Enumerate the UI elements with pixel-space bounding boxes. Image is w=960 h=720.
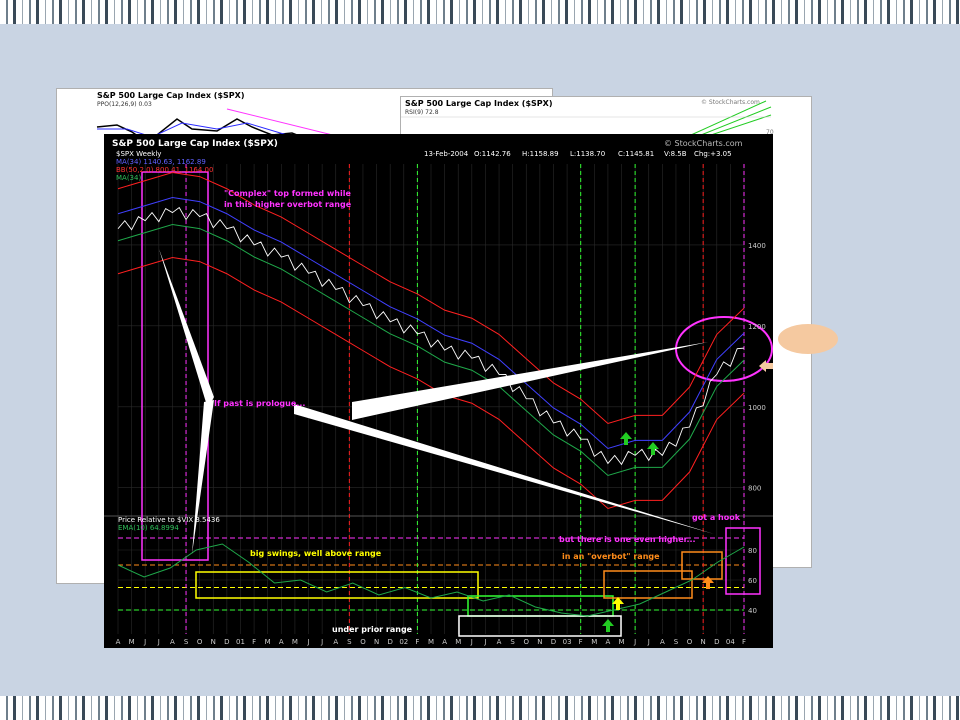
price-tick-label: 800 [748, 485, 761, 493]
lower-tick-label: 40 [748, 607, 757, 615]
x-tick-label: S [347, 638, 352, 646]
x-tick-label: M [591, 638, 597, 646]
quote-close: C:1145.81 [618, 150, 654, 158]
x-tick-label: J [647, 638, 650, 646]
top-decorative-band [0, 0, 960, 24]
x-tick-label: J [483, 638, 486, 646]
x-tick-label: A [279, 638, 284, 646]
chart-title: S&P 500 Large Cap Index ($SPX) [112, 139, 278, 149]
bottom-decorative-band [0, 696, 960, 720]
x-tick-label: A [116, 638, 121, 646]
x-tick-label: D [714, 638, 719, 646]
x-tick-label: M [265, 638, 271, 646]
indicator-label-1: MA(34) 1140.63, 1162.89 [116, 158, 206, 166]
x-tick-label: J [306, 638, 309, 646]
x-tick-label: F [415, 638, 419, 646]
annotation-under-prior: under prior range [332, 625, 413, 634]
x-tick-label: O [687, 638, 693, 646]
x-tick-label: S [184, 638, 189, 646]
quote-volume: V:8.5B [664, 150, 687, 158]
main-stock-chart: S&P 500 Large Cap Index ($SPX) © StockCh… [104, 134, 773, 648]
x-tick-label: F [579, 638, 583, 646]
x-tick-label: M [129, 638, 135, 646]
x-tick-label: A [497, 638, 502, 646]
price-tick-label: 1400 [748, 242, 766, 250]
quote-high: H:1158.89 [522, 150, 559, 158]
x-tick-label: M [455, 638, 461, 646]
lower-tick-label: 60 [748, 577, 757, 585]
x-tick-label: J [320, 638, 323, 646]
x-tick-label: J [633, 638, 636, 646]
x-tick-label: S [510, 638, 515, 646]
x-tick-label: A [442, 638, 447, 646]
x-tick-label: 01 [236, 638, 245, 646]
x-tick-label: M [428, 638, 434, 646]
chart-canvas: S&P 500 Large Cap Index ($SPX) © StockCh… [104, 134, 773, 648]
x-tick-label: N [211, 638, 216, 646]
x-tick-label: N [701, 638, 706, 646]
quote-change: Chg:+3.05 [694, 150, 732, 158]
x-tick-label: A [660, 638, 665, 646]
annotation-hook: got a hook [692, 513, 741, 522]
x-tick-label: J [143, 638, 146, 646]
x-tick-label: O [360, 638, 366, 646]
x-tick-label: M [618, 638, 624, 646]
annotation-complex-top-2: in this higher overbot range [224, 200, 352, 209]
x-tick-label: O [197, 638, 203, 646]
x-tick-label: F [252, 638, 256, 646]
x-tick-label: 04 [726, 638, 735, 646]
x-tick-label: J [470, 638, 473, 646]
quote-low: L:1138.70 [570, 150, 605, 158]
quote-date: 13-Feb-2004 [424, 150, 469, 158]
x-tick-label: A [333, 638, 338, 646]
quote-open: O:1142.76 [474, 150, 511, 158]
period-label: $SPX Weekly [116, 150, 161, 158]
x-tick-label: 02 [399, 638, 408, 646]
highlight-oval [778, 324, 838, 354]
annotation-big-swings: big swings, well above range [250, 549, 382, 558]
x-tick-label: N [374, 638, 379, 646]
x-tick-label: M [292, 638, 298, 646]
x-tick-label: J [157, 638, 160, 646]
x-tick-label: F [742, 638, 746, 646]
x-tick-label: A [170, 638, 175, 646]
lower-panel-title: Price Relative to $VIX 3.5436 [118, 516, 220, 524]
x-tick-label: D [224, 638, 229, 646]
annotation-complex-top-1: "Complex" top formed while [224, 189, 351, 198]
x-tick-label: D [551, 638, 556, 646]
indicator-label-3: MA(34) [116, 174, 141, 182]
x-tick-label: O [524, 638, 530, 646]
bg-left-title: S&P 500 Large Cap Index ($SPX) [97, 91, 245, 100]
chart-source: © StockCharts.com [664, 139, 743, 148]
bg-right-rsi-lines [401, 100, 772, 136]
annotation-even-higher: but there is one even higher... [559, 535, 696, 544]
x-tick-label: D [387, 638, 392, 646]
x-tick-label: N [537, 638, 542, 646]
price-tick-label: 1200 [748, 323, 766, 331]
x-tick-label: S [674, 638, 679, 646]
lower-panel-ema: EMA(10) 64.8994 [118, 524, 179, 532]
x-tick-label: A [606, 638, 611, 646]
annotation-prologue: If past is prologue... [214, 399, 305, 408]
indicator-label-2: BB(50,2.0) 800.41, 1164.00 [116, 166, 213, 174]
lower-tick-label: 80 [748, 547, 757, 555]
x-tick-label: 03 [563, 638, 572, 646]
price-tick-label: 1000 [748, 404, 766, 412]
annotation-overbot: in an "overbot" range [562, 552, 660, 561]
